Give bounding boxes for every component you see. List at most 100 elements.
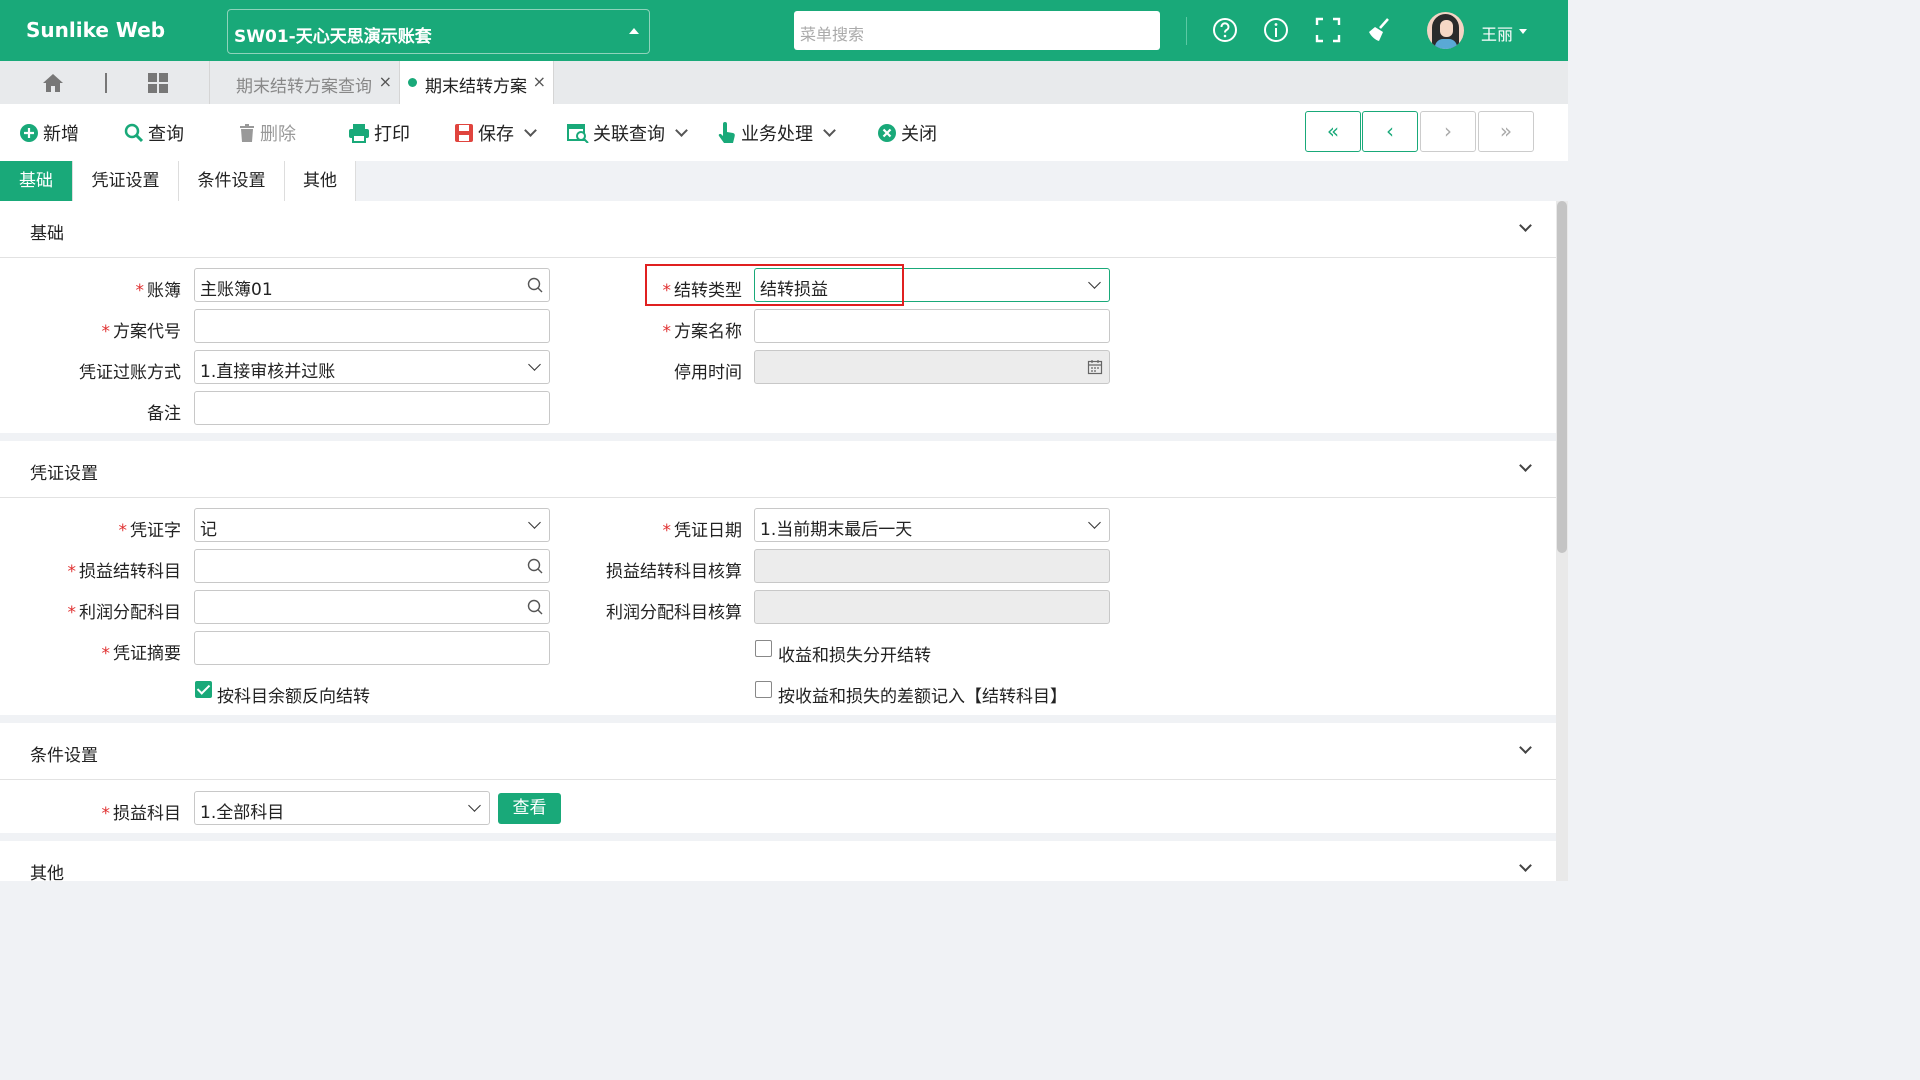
business-process-button[interactable]: 业务处理 (717, 120, 836, 146)
scrollbar-thumb[interactable] (1557, 201, 1567, 553)
profit-account-label: * 利润分配科目 (67, 603, 182, 623)
form-tabs: 基础 凭证设置 条件设置 其他 (0, 161, 1568, 201)
plan-code-field[interactable] (194, 309, 550, 343)
chevron-down-icon[interactable] (823, 124, 836, 137)
search-icon[interactable] (527, 277, 543, 293)
chevron-down-icon[interactable] (1519, 459, 1532, 472)
voucher-word-select[interactable]: 记 (194, 508, 550, 542)
tab-other[interactable]: 其他 (285, 161, 356, 201)
pl-subject-select[interactable]: 1.全部科目 (194, 791, 490, 825)
voucher-summary-field[interactable] (194, 631, 550, 665)
stop-time-label: 停用时间 (674, 363, 742, 383)
divider (1186, 17, 1187, 45)
close-button[interactable]: 关闭 (877, 120, 937, 146)
section-title: 条件设置 (30, 746, 98, 766)
pl-account-label: * 损益结转科目 (67, 562, 182, 582)
related-query-button[interactable]: 关联查询 (567, 120, 688, 146)
trash-icon (240, 124, 254, 142)
section-header[interactable]: 凭证设置 (0, 441, 1556, 498)
tab-strip: 期末结转方案查询 × 期末结转方案 × (0, 61, 1568, 104)
fullscreen-icon[interactable] (1314, 16, 1342, 44)
highlight-box (645, 264, 904, 306)
avatar[interactable] (1427, 12, 1464, 49)
help-icon[interactable] (1211, 16, 1239, 44)
plan-name-field[interactable] (754, 309, 1110, 343)
business-label: 业务处理 (741, 124, 813, 145)
hand-pointer-icon (718, 122, 735, 143)
delete-label: 删除 (260, 124, 296, 145)
pl-audit-label: 损益结转科目核算 (606, 562, 742, 582)
prev-record-button[interactable]: ‹ (1362, 111, 1418, 152)
remark-label: 备注 (147, 404, 181, 424)
caret-down-icon[interactable] (1519, 29, 1527, 34)
section-header[interactable]: 其他 (0, 841, 1556, 881)
difference-label: 按收益和损失的差额记入【结转科目】 (778, 687, 1067, 707)
chevron-down-icon (528, 358, 541, 371)
stop-time-field (754, 350, 1110, 384)
vertical-scrollbar[interactable] (1556, 201, 1568, 881)
close-icon[interactable]: × (379, 72, 392, 91)
save-button[interactable]: 保存 (454, 120, 537, 146)
chevron-down-icon[interactable] (675, 124, 688, 137)
plan-name-label: * 方案名称 (662, 322, 743, 342)
tab-closing-plan-query[interactable]: 期末结转方案查询 × (209, 61, 399, 104)
tab-voucher-settings[interactable]: 凭证设置 (73, 161, 179, 201)
profit-audit-field (754, 590, 1110, 624)
section-header[interactable]: 基础 (0, 201, 1556, 258)
ledger-label: * 账簿 (135, 281, 182, 301)
chevron-down-icon[interactable] (1519, 741, 1532, 754)
printer-icon (349, 124, 369, 143)
info-icon[interactable] (1262, 16, 1290, 44)
print-button[interactable]: 打印 (348, 120, 410, 146)
query-button[interactable]: 查询 (124, 120, 184, 146)
tab-label: 期末结转方案查询 (236, 77, 372, 97)
last-record-button[interactable]: » (1478, 111, 1534, 152)
profit-account-field[interactable] (194, 590, 550, 624)
close-icon[interactable]: × (533, 72, 546, 91)
chevron-down-icon (528, 516, 541, 529)
active-dot-icon (408, 78, 417, 87)
save-label: 保存 (478, 124, 514, 145)
next-record-button[interactable]: › (1420, 111, 1476, 152)
tab-condition-settings[interactable]: 条件设置 (179, 161, 285, 201)
pl-account-field[interactable] (194, 549, 550, 583)
chevron-down-icon[interactable] (1519, 219, 1532, 232)
menu-search-input[interactable]: 菜单搜索 (794, 11, 1160, 50)
account-name: SW01-天心天思演示账套 (234, 27, 432, 47)
delete-button[interactable]: 删除 (238, 120, 296, 146)
difference-checkbox[interactable] (755, 681, 772, 698)
home-icon[interactable] (42, 72, 64, 94)
voucher-date-select[interactable]: 1.当前期末最后一天 (754, 508, 1110, 542)
search-icon[interactable] (527, 558, 543, 574)
view-button[interactable]: 查看 (498, 793, 561, 824)
separate-transfer-checkbox[interactable] (755, 640, 772, 657)
ledger-field[interactable]: 主账簿01 (194, 268, 550, 302)
voucher-summary-label: * 凭证摘要 (101, 644, 182, 664)
search-icon (124, 123, 144, 143)
section-other: 其他 (0, 841, 1556, 881)
pl-subject-label: * 损益科目 (101, 804, 182, 824)
first-record-button[interactable]: « (1305, 111, 1361, 152)
posting-method-select[interactable]: 1.直接审核并过账 (194, 350, 550, 384)
chevron-down-icon[interactable] (524, 124, 537, 137)
section-header[interactable]: 条件设置 (0, 723, 1556, 780)
save-icon (455, 124, 473, 142)
tab-basic[interactable]: 基础 (0, 161, 73, 201)
chevron-down-icon (468, 799, 481, 812)
grid-icon[interactable] (148, 73, 168, 93)
reverse-balance-checkbox[interactable] (195, 681, 212, 698)
remark-field[interactable] (194, 391, 550, 425)
user-name[interactable]: 王丽 (1481, 21, 1513, 45)
chevron-down-icon[interactable] (1519, 859, 1532, 872)
broom-icon[interactable] (1366, 16, 1394, 44)
top-bar: Sunlike Web SW01-天心天思演示账套 菜单搜索 王丽 (0, 0, 1568, 61)
separate-transfer-label: 收益和损失分开结转 (778, 646, 931, 666)
account-selector[interactable]: SW01-天心天思演示账套 (227, 9, 650, 54)
tab-closing-plan[interactable]: 期末结转方案 × (399, 61, 554, 104)
search-icon[interactable] (527, 599, 543, 615)
add-button[interactable]: 新增 (19, 120, 79, 146)
plus-circle-icon (20, 124, 38, 142)
close-circle-icon (878, 124, 896, 142)
pl-audit-field (754, 549, 1110, 583)
print-label: 打印 (374, 124, 410, 145)
